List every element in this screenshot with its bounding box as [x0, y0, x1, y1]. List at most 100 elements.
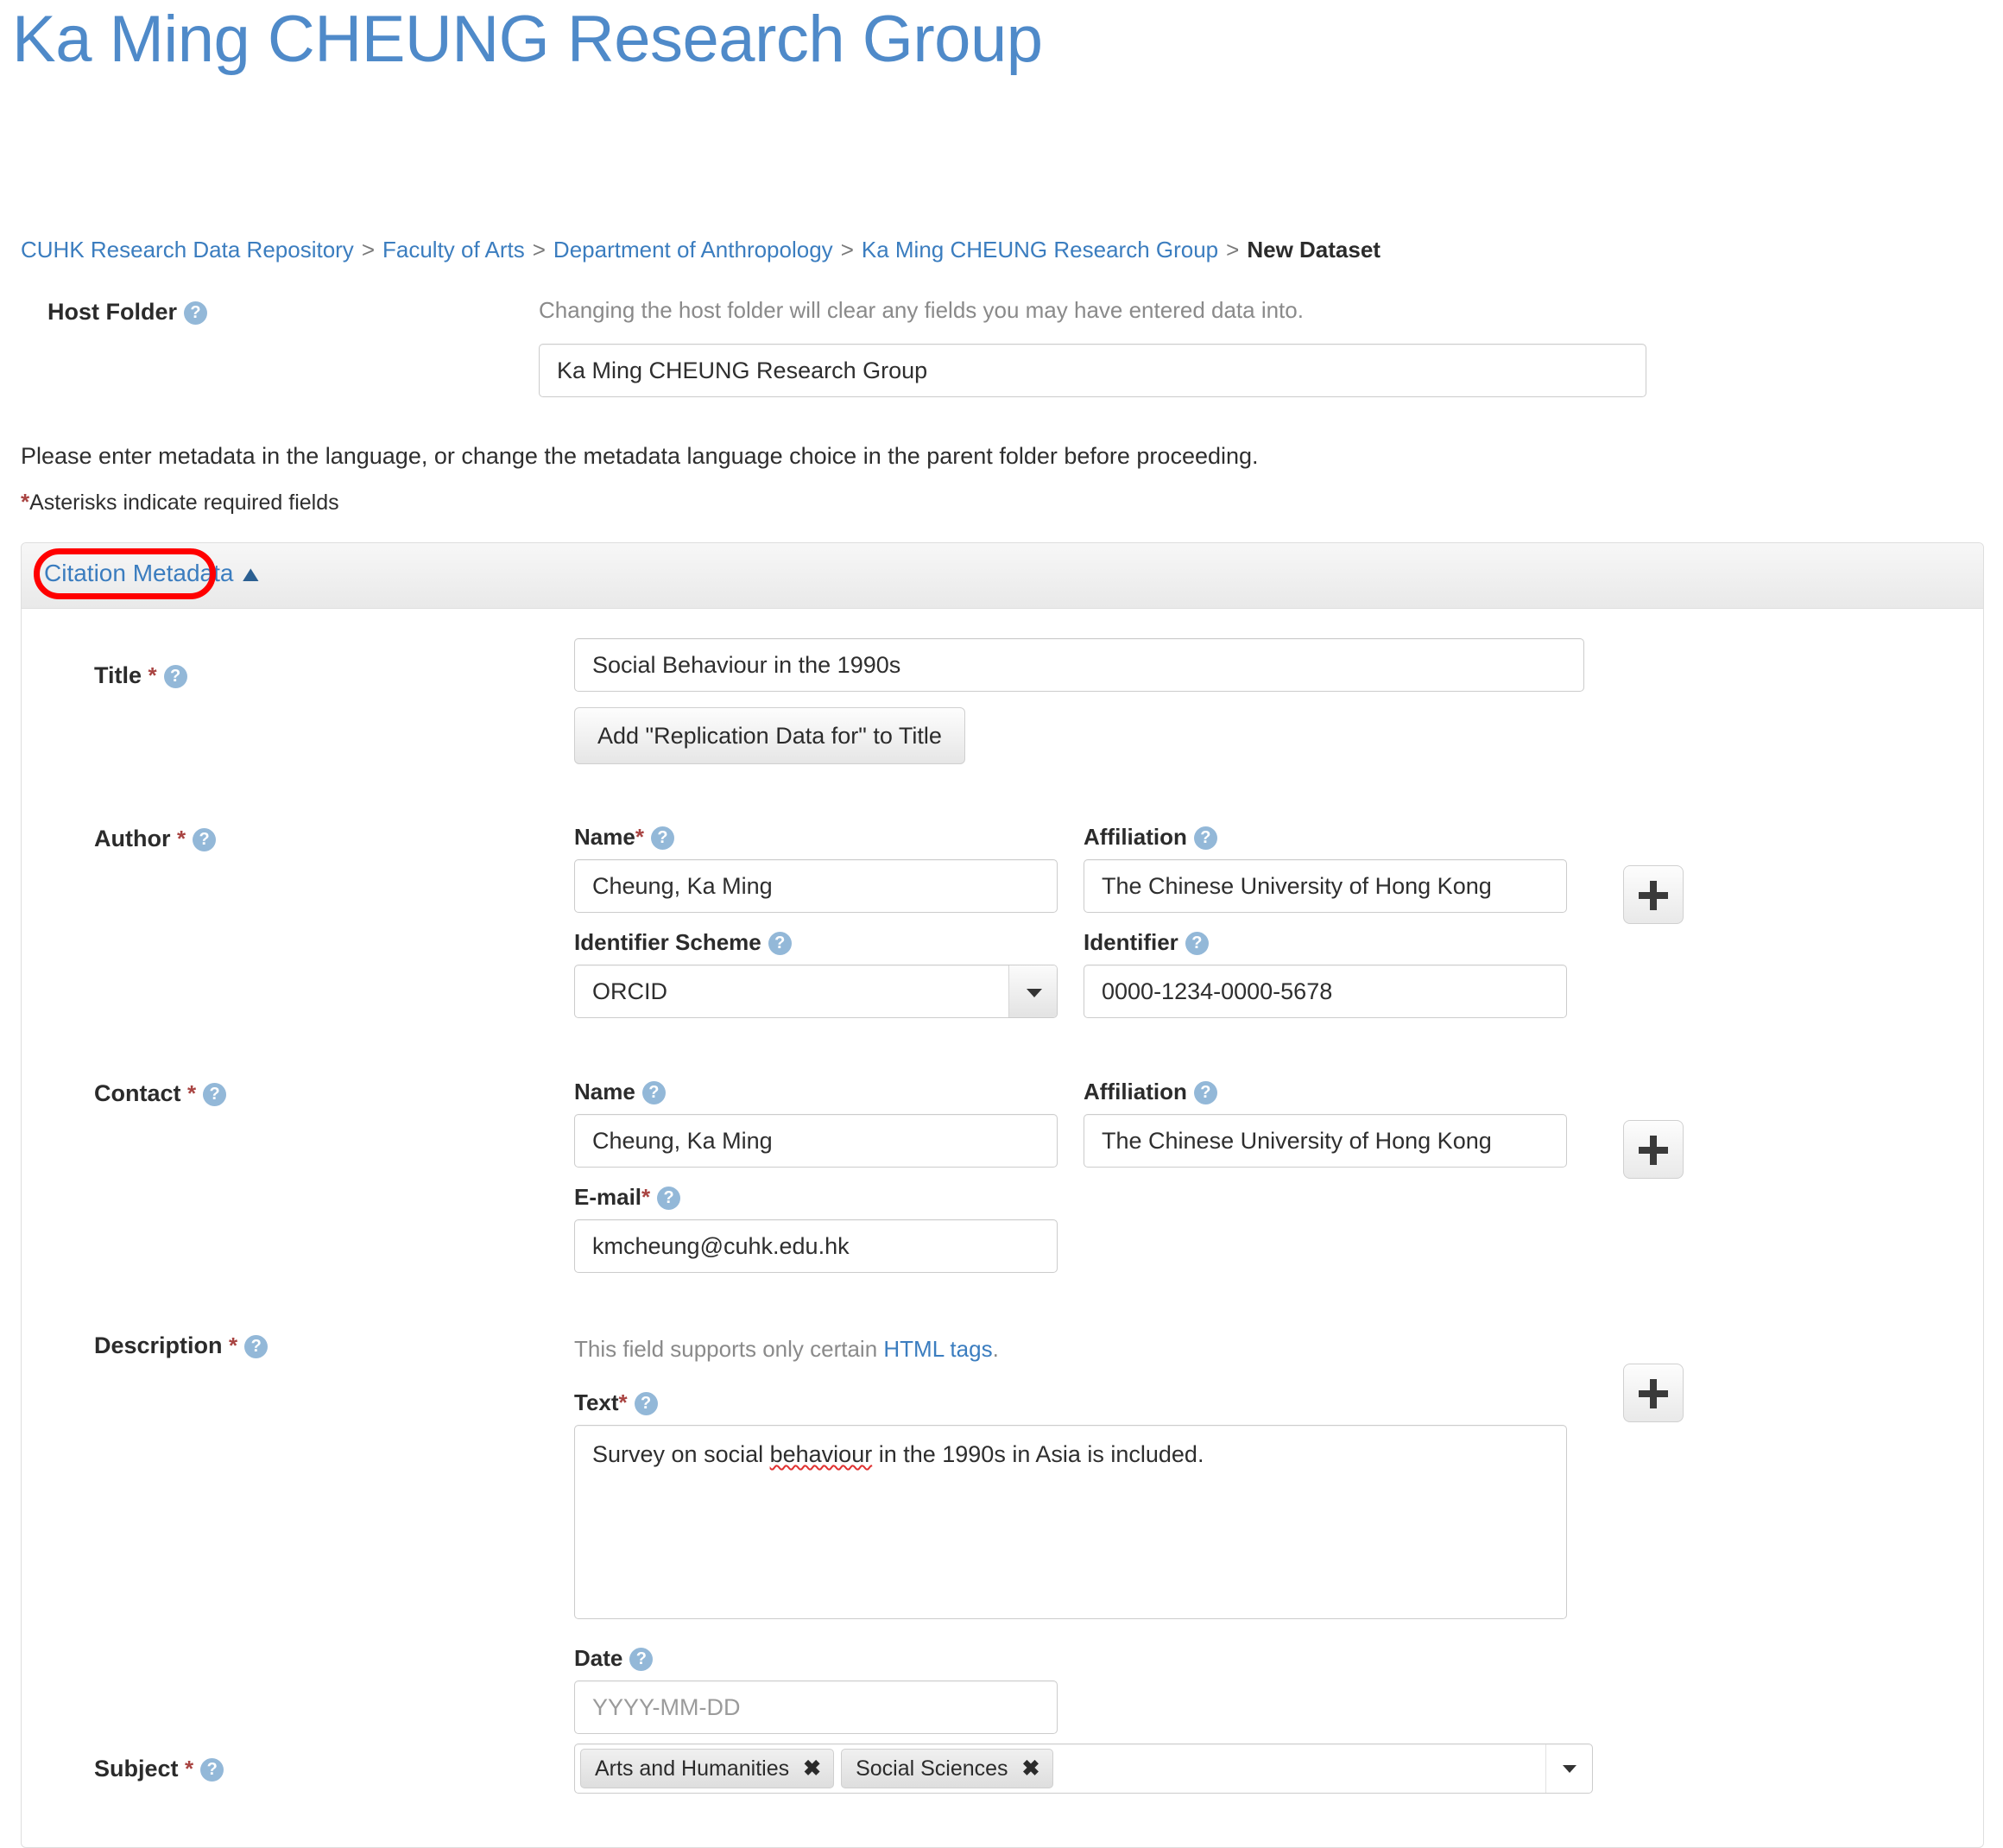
subject-tag-label: Social Sciences	[856, 1756, 1008, 1781]
breadcrumb-separator: >	[361, 236, 375, 263]
remove-tag-icon[interactable]: ✖	[803, 1750, 821, 1788]
title-input[interactable]: Social Behaviour in the 1990s	[574, 637, 1584, 692]
html-tags-link[interactable]: HTML tags	[883, 1336, 992, 1362]
help-icon[interactable]: ?	[1193, 826, 1217, 850]
page-title: Ka Ming CHEUNG Research Group	[12, 3, 1043, 76]
required-asterisk: *	[618, 1389, 628, 1415]
remove-tag-icon[interactable]: ✖	[1022, 1750, 1040, 1788]
breadcrumb-item-department[interactable]: Department of Anthropology	[553, 237, 833, 263]
contact-name-group: Name? Cheung, Ka Ming	[574, 1079, 1058, 1168]
description-row: Description *? This field supports only …	[22, 1331, 1983, 1737]
add-replication-data-button[interactable]: Add "Replication Data for" to Title	[574, 706, 965, 764]
title-row: Title *? Social Behaviour in the 1990s A…	[22, 637, 1983, 785]
breadcrumb-item-research-group[interactable]: Ka Ming CHEUNG Research Group	[862, 237, 1218, 263]
help-icon[interactable]: ?	[641, 1080, 666, 1104]
author-affiliation-label: Affiliation?	[1084, 824, 1567, 851]
required-asterisk: *	[641, 1183, 651, 1210]
required-asterisk: *	[187, 1079, 197, 1106]
asterisk-note: *Asterisks indicate required fields	[0, 489, 2003, 516]
breadcrumb-separator: >	[532, 236, 546, 263]
author-row: Author *? Name*? Cheung, Ka Ming Affilia…	[22, 824, 1983, 1083]
help-icon[interactable]: ?	[244, 1334, 269, 1358]
help-icon[interactable]: ?	[768, 931, 792, 955]
author-identifier-scheme-label-text: Identifier Scheme	[574, 928, 761, 955]
chevron-down-icon[interactable]	[1008, 965, 1057, 1017]
breadcrumb-separator: >	[840, 236, 854, 263]
description-date-group: Date? YYYY-MM-DD	[574, 1645, 1983, 1734]
help-icon[interactable]: ?	[1185, 931, 1209, 955]
description-text-label-text: Text	[574, 1389, 619, 1415]
description-text-group: Text*? Survey on social behaviour in the…	[574, 1389, 1983, 1619]
host-folder-label: Host Folder?	[47, 298, 208, 326]
description-label: Description *?	[94, 1332, 269, 1359]
html-tags-note: This field supports only certain HTML ta…	[574, 1331, 1983, 1362]
new-dataset-page: Ka Ming CHEUNG Research Group CUHK Resea…	[0, 0, 2003, 1848]
contact-name-input[interactable]: Cheung, Ka Ming	[574, 1113, 1058, 1168]
contact-affiliation-label: Affiliation?	[1084, 1079, 1567, 1105]
chevron-down-icon[interactable]	[1545, 1744, 1592, 1793]
help-icon[interactable]: ?	[634, 1391, 658, 1415]
author-affiliation-group: Affiliation? The Chinese University of H…	[1084, 824, 1567, 913]
panel-heading: Citation Metadata ▲	[22, 542, 1983, 609]
subject-multiselect[interactable]: Arts and Humanities ✖ Social Sciences ✖	[574, 1743, 1593, 1794]
host-folder-label-text: Host Folder	[47, 298, 178, 325]
subject-tag[interactable]: Arts and Humanities ✖	[580, 1748, 835, 1788]
add-author-button[interactable]	[1623, 864, 1684, 924]
help-icon[interactable]: ?	[629, 1647, 654, 1671]
contact-label-text: Contact	[94, 1079, 181, 1106]
subject-row: Subject *? Arts and Humanities ✖ Social Sc…	[22, 1743, 1983, 1821]
subject-tag[interactable]: Social Sciences ✖	[841, 1748, 1053, 1788]
author-identifier-label: Identifier?	[1084, 929, 1567, 956]
subject-label-text: Subject	[94, 1755, 179, 1782]
host-folder-right: Changing the host folder will clear any …	[539, 294, 2003, 397]
breadcrumb-item-faculty[interactable]: Faculty of Arts	[382, 237, 525, 263]
help-icon[interactable]: ?	[650, 826, 674, 850]
add-contact-button[interactable]	[1623, 1119, 1684, 1179]
contact-email-input[interactable]: kmcheung@cuhk.edu.hk	[574, 1218, 1058, 1273]
author-name-input[interactable]: Cheung, Ka Ming	[574, 858, 1058, 913]
author-identifier-scheme-label: Identifier Scheme?	[574, 929, 1058, 956]
required-asterisk: *	[21, 488, 30, 515]
help-icon[interactable]: ?	[657, 1186, 681, 1210]
html-tags-note-prefix: This field supports only certain	[574, 1335, 884, 1362]
contact-name-label: Name?	[574, 1079, 1058, 1105]
help-icon[interactable]: ?	[203, 1082, 227, 1106]
description-text-part1: Survey on social	[592, 1440, 770, 1467]
author-identifier-scheme-select[interactable]: ORCID	[574, 964, 1058, 1018]
author-identifier-scheme-value: ORCID	[592, 978, 667, 1004]
subject-label: Subject *?	[94, 1756, 224, 1782]
contact-affiliation-input[interactable]: The Chinese University of Hong Kong	[1084, 1113, 1567, 1168]
author-name-group: Name*? Cheung, Ka Ming	[574, 824, 1058, 913]
description-label-text: Description	[94, 1332, 223, 1358]
author-identifier-group: Identifier? 0000-1234-0000-5678	[1084, 929, 1567, 1018]
breadcrumb-item-repository[interactable]: CUHK Research Data Repository	[21, 237, 354, 263]
description-fields: This field supports only certain HTML ta…	[574, 1331, 1983, 1734]
add-description-button[interactable]	[1623, 1363, 1684, 1422]
description-date-input[interactable]: YYYY-MM-DD	[574, 1680, 1058, 1734]
contact-email-group: E-mail*? kmcheung@cuhk.edu.hk	[574, 1184, 1058, 1273]
help-icon[interactable]: ?	[1193, 1080, 1217, 1104]
breadcrumb-separator: >	[1226, 236, 1240, 263]
author-name-label-text: Name	[574, 823, 635, 850]
breadcrumb: CUHK Research Data Repository > Faculty of…	[0, 237, 2003, 263]
breadcrumb-current: New Dataset	[1247, 236, 1381, 263]
description-textarea[interactable]: Survey on social behaviour in the 1990s …	[574, 1424, 1567, 1619]
asterisk-note-text: Asterisks indicate required fields	[29, 490, 339, 515]
title-label: Title *?	[94, 662, 187, 689]
author-identifier-input[interactable]: 0000-1234-0000-5678	[1084, 964, 1567, 1018]
description-text-misspelled: behaviour	[769, 1440, 873, 1467]
help-icon[interactable]: ?	[163, 664, 187, 688]
author-name-label: Name*?	[574, 824, 1058, 851]
help-icon[interactable]: ?	[200, 1757, 224, 1782]
author-affiliation-input[interactable]: The Chinese University of Hong Kong	[1084, 858, 1567, 913]
required-asterisk: *	[229, 1332, 238, 1358]
description-text-part2: in the 1990s in Asia is included.	[872, 1440, 1204, 1467]
panel-title-text: Citation Metadata	[44, 559, 234, 586]
author-identifier-scheme-group: Identifier Scheme? ORCID	[574, 929, 1058, 1018]
citation-metadata-toggle[interactable]: Citation Metadata ▲	[44, 559, 264, 587]
help-icon[interactable]: ?	[193, 827, 217, 851]
subject-tag-label: Arts and Humanities	[595, 1756, 790, 1781]
required-asterisk: *	[177, 825, 186, 851]
help-icon[interactable]: ?	[184, 301, 208, 325]
host-folder-input[interactable]: Ka Ming CHEUNG Research Group	[539, 343, 1646, 397]
